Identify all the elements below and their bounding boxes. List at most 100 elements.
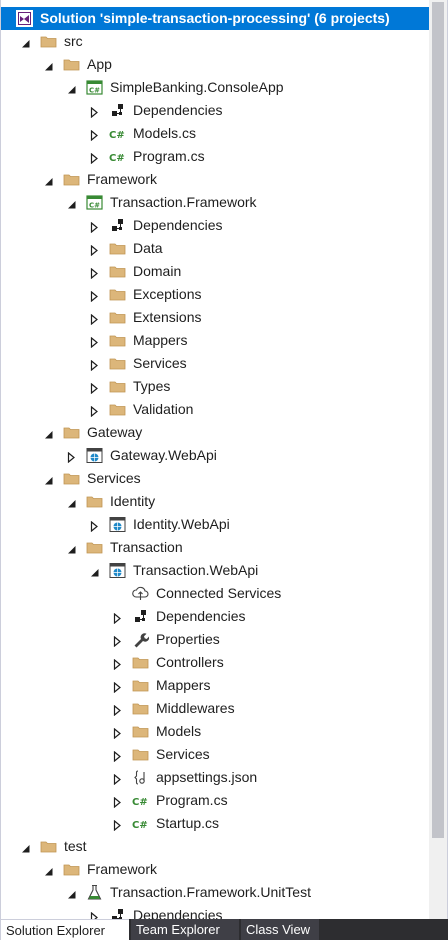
csharp-file-icon: C# <box>132 815 149 832</box>
tree-item-models[interactable]: Models <box>1 720 429 743</box>
folder-icon <box>109 332 126 349</box>
tree-item-connected-services[interactable]: Connected Services <box>1 582 429 605</box>
collapsed-arrow-icon[interactable] <box>112 772 123 786</box>
tree-item-gateway-webapi[interactable]: Gateway.WebApi <box>1 444 429 467</box>
expanded-arrow-icon[interactable] <box>43 427 54 439</box>
tree-item-gateway[interactable]: Gateway <box>1 421 429 444</box>
tree-item-middlewares[interactable]: Middlewares <box>1 697 429 720</box>
folder-icon <box>109 240 126 257</box>
csharp-file-icon: C# <box>109 148 126 165</box>
solution-node[interactable]: Solution 'simple-transaction-processing'… <box>1 7 429 30</box>
collapsed-arrow-icon[interactable] <box>112 795 123 809</box>
expanded-arrow-icon[interactable] <box>66 542 77 554</box>
folder-icon <box>109 286 126 303</box>
tree-item-models-cs[interactable]: C# Models.cs <box>1 122 429 145</box>
collapsed-arrow-icon[interactable] <box>112 634 123 648</box>
tree-item-transaction-webapi[interactable]: Transaction.WebApi <box>1 559 429 582</box>
tree-item-dependencies[interactable]: Dependencies <box>1 605 429 628</box>
collapsed-arrow-icon[interactable] <box>89 266 100 280</box>
expanded-arrow-icon[interactable] <box>66 82 77 94</box>
collapsed-arrow-icon[interactable] <box>89 151 100 165</box>
tree-item-simplebanking-consoleapp[interactable]: C# SimpleBanking.ConsoleApp <box>1 76 429 99</box>
scrollbar-thumb[interactable] <box>432 2 444 838</box>
collapsed-arrow-icon[interactable] <box>89 289 100 303</box>
tree-item-label: Extensions <box>133 309 202 325</box>
collapsed-arrow-icon[interactable] <box>112 611 123 625</box>
tree-item-appsettings-json[interactable]: appsettings.json <box>1 766 429 789</box>
svg-text:C#: C# <box>89 87 100 95</box>
tree-item-transaction[interactable]: Transaction <box>1 536 429 559</box>
tree-item-framework[interactable]: Framework <box>1 168 429 191</box>
tree-item-src[interactable]: src <box>1 30 429 53</box>
tree-item-test[interactable]: test <box>1 835 429 858</box>
tree-item-validation[interactable]: Validation <box>1 398 429 421</box>
tree-item-properties[interactable]: Properties <box>1 628 429 651</box>
collapsed-arrow-icon[interactable] <box>89 335 100 349</box>
tree-item-exceptions[interactable]: Exceptions <box>1 283 429 306</box>
tree-item-services[interactable]: Services <box>1 743 429 766</box>
tree-item-extensions[interactable]: Extensions <box>1 306 429 329</box>
collapsed-arrow-icon[interactable] <box>112 657 123 671</box>
tree-item-dependencies[interactable]: Dependencies <box>1 904 429 919</box>
expanded-arrow-icon[interactable] <box>89 565 100 577</box>
tree-item-dependencies[interactable]: Dependencies <box>1 214 429 237</box>
collapsed-arrow-icon[interactable] <box>89 105 100 119</box>
collapsed-arrow-icon[interactable] <box>66 450 77 464</box>
collapsed-arrow-icon[interactable] <box>89 312 100 326</box>
expanded-arrow-icon[interactable] <box>66 197 77 209</box>
collapsed-arrow-icon[interactable] <box>112 680 123 694</box>
tab-solution-explorer[interactable]: Solution Explorer <box>1 919 129 940</box>
tree-item-domain[interactable]: Domain <box>1 260 429 283</box>
tree-item-dependencies[interactable]: Dependencies <box>1 99 429 122</box>
collapsed-arrow-icon[interactable] <box>89 220 100 234</box>
collapsed-arrow-icon[interactable] <box>89 381 100 395</box>
test-project-icon <box>86 884 103 901</box>
collapsed-arrow-icon[interactable] <box>112 726 123 740</box>
tree-item-label: Properties <box>156 631 220 647</box>
expanded-arrow-icon[interactable] <box>66 887 77 899</box>
collapsed-arrow-icon[interactable] <box>89 910 100 919</box>
expanded-arrow-icon[interactable] <box>43 174 54 186</box>
vertical-scrollbar[interactable] <box>429 0 447 919</box>
csharp-file-icon: C# <box>109 125 126 142</box>
tree-item-transaction-framework-unittest[interactable]: Transaction.Framework.UnitTest <box>1 881 429 904</box>
collapsed-arrow-icon[interactable] <box>112 749 123 763</box>
tree-item-mappers[interactable]: Mappers <box>1 329 429 352</box>
expanded-arrow-icon[interactable] <box>43 473 54 485</box>
tab-team-explorer[interactable]: Team Explorer <box>131 919 239 940</box>
tab-class-view[interactable]: Class View <box>241 919 319 940</box>
collapsed-arrow-icon[interactable] <box>89 519 100 533</box>
expanded-arrow-icon[interactable] <box>43 59 54 71</box>
tree-item-types[interactable]: Types <box>1 375 429 398</box>
tree-item-label: Gateway.WebApi <box>110 447 217 463</box>
collapsed-arrow-icon[interactable] <box>112 818 123 832</box>
collapsed-arrow-icon[interactable] <box>89 404 100 418</box>
expanded-arrow-icon[interactable] <box>20 36 31 48</box>
tree-item-program-cs[interactable]: C# Program.cs <box>1 789 429 812</box>
tree-item-services[interactable]: Services <box>1 467 429 490</box>
tree-item-startup-cs[interactable]: C# Startup.cs <box>1 812 429 835</box>
tree-item-program-cs[interactable]: C# Program.cs <box>1 145 429 168</box>
tree-item-app[interactable]: App <box>1 53 429 76</box>
tree-item-identity[interactable]: Identity <box>1 490 429 513</box>
tree-item-label: Identity.WebApi <box>133 516 230 532</box>
folder-icon <box>86 493 103 510</box>
expanded-arrow-icon[interactable] <box>43 864 54 876</box>
tree-item-services[interactable]: Services <box>1 352 429 375</box>
collapsed-arrow-icon[interactable] <box>89 243 100 257</box>
expanded-arrow-icon[interactable] <box>66 496 77 508</box>
tree-item-controllers[interactable]: Controllers <box>1 651 429 674</box>
tree-item-transaction-framework[interactable]: C# Transaction.Framework <box>1 191 429 214</box>
collapsed-arrow-icon[interactable] <box>112 703 123 717</box>
tree-item-identity-webapi[interactable]: Identity.WebApi <box>1 513 429 536</box>
wrench-icon <box>132 631 150 648</box>
collapsed-arrow-icon[interactable] <box>89 358 100 372</box>
expanded-arrow-icon[interactable] <box>20 841 31 853</box>
dependencies-icon <box>109 907 126 919</box>
tree-item-data[interactable]: Data <box>1 237 429 260</box>
tree-item-label: Middlewares <box>156 700 235 716</box>
collapsed-arrow-icon[interactable] <box>89 128 100 142</box>
tree-item-label: Dependencies <box>133 907 223 919</box>
tree-item-mappers[interactable]: Mappers <box>1 674 429 697</box>
tree-item-framework[interactable]: Framework <box>1 858 429 881</box>
